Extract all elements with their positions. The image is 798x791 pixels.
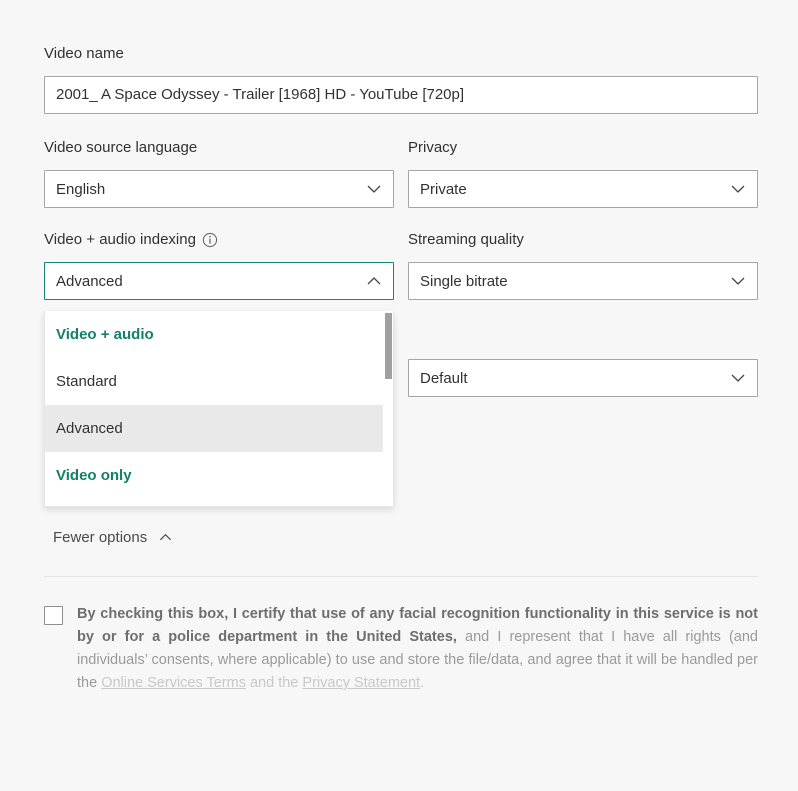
fewer-options-label: Fewer options: [53, 529, 148, 546]
extra-default-select[interactable]: Default: [408, 359, 758, 397]
dropdown-scrollbar[interactable]: [383, 311, 393, 506]
online-services-terms-link[interactable]: Online Services Terms: [101, 675, 246, 691]
video-audio-indexing-label-text: Video + audio indexing: [44, 231, 196, 248]
video-audio-indexing-field: Video + audio indexing Advanced: [44, 230, 394, 300]
video-name-input[interactable]: 2001_ A Space Odyssey - Trailer [1968] H…: [44, 76, 758, 114]
consent-between-part: and the: [245, 675, 303, 691]
video-source-language-label-text: Video source language: [44, 139, 198, 156]
dropdown-group-video-only: Video only: [56, 467, 132, 484]
video-audio-indexing-select[interactable]: Advanced: [44, 262, 394, 300]
dropdown-option-standard[interactable]: Standard: [45, 358, 393, 405]
fewer-options-toggle[interactable]: Fewer options: [44, 525, 182, 550]
streaming-quality-value: Single bitrate: [420, 272, 508, 290]
chevron-up-icon: [160, 533, 172, 541]
chevron-up-icon: [367, 277, 381, 285]
video-source-language-label: Video source language: [44, 138, 394, 158]
chevron-down-icon: [367, 185, 381, 193]
facial-recognition-consent-text: By checking this box, I certify that use…: [77, 603, 758, 695]
video-audio-indexing-label: Video + audio indexing: [44, 230, 394, 250]
streaming-quality-label-text: Streaming quality: [408, 231, 524, 248]
video-audio-indexing-value: Advanced: [56, 272, 123, 290]
privacy-label: Privacy: [408, 138, 758, 158]
extra-default-value: Default: [420, 369, 468, 387]
privacy-select[interactable]: Private: [408, 170, 758, 208]
privacy-value: Private: [420, 180, 467, 198]
chevron-down-icon: [731, 374, 745, 382]
extra-select-field: Default: [408, 359, 758, 397]
row-indexing-streaming: Video + audio indexing Advanced Streamin…: [44, 230, 758, 300]
dropdown-scrollbar-thumb[interactable]: [385, 313, 392, 379]
facial-recognition-checkbox[interactable]: [44, 606, 63, 625]
privacy-statement-link[interactable]: Privacy Statement: [302, 675, 420, 691]
video-name-label-text: Video name: [44, 45, 124, 62]
video-name-label: Video name: [44, 44, 758, 64]
privacy-label-text: Privacy: [408, 139, 458, 156]
video-source-language-value: English: [56, 180, 106, 198]
video-audio-indexing-dropdown-panel[interactable]: Video + audio Standard Advanced Video on…: [44, 311, 394, 507]
row-language-privacy: Video source language English Privacy Pr…: [44, 138, 758, 208]
info-icon[interactable]: [202, 232, 218, 248]
facial-recognition-consent: By checking this box, I certify that use…: [44, 603, 758, 695]
video-source-language-select[interactable]: English: [44, 170, 394, 208]
dropdown-group-video-audio: Video + audio: [56, 326, 154, 343]
streaming-quality-select[interactable]: Single bitrate: [408, 262, 758, 300]
streaming-quality-label: Streaming quality: [408, 230, 758, 250]
consent-end-part: .: [420, 675, 425, 691]
chevron-down-icon: [731, 185, 745, 193]
dropdown-option-advanced[interactable]: Advanced: [45, 405, 393, 452]
privacy-field: Privacy Private: [408, 138, 758, 208]
video-source-language-field: Video source language English: [44, 138, 394, 208]
streaming-quality-field: Streaming quality Single bitrate: [408, 230, 758, 300]
chevron-down-icon: [731, 277, 745, 285]
